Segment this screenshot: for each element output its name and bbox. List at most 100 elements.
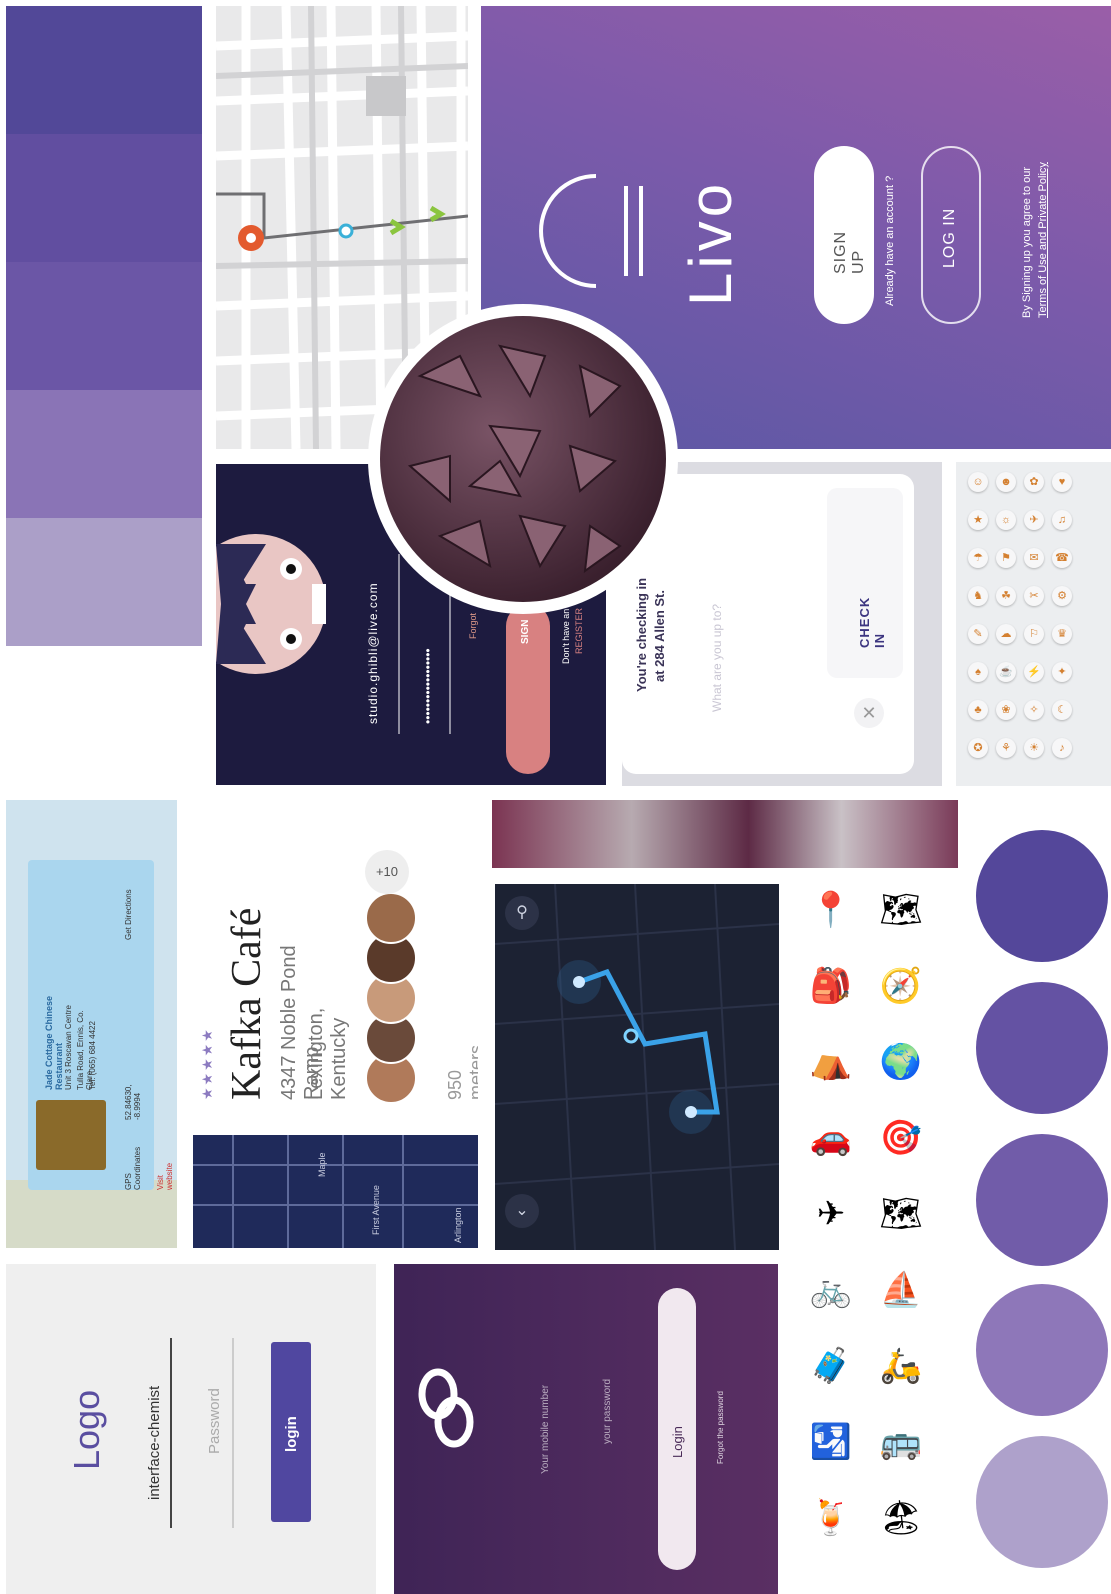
travel-icon: 🎯 <box>879 1119 923 1157</box>
login-button[interactable]: Login <box>658 1288 696 1570</box>
emoji-key[interactable]: ❀ <box>996 700 1016 720</box>
travel-icon: 🧳 <box>809 1347 853 1385</box>
business-phone: Tel: (065) 684 4422 <box>88 1021 97 1090</box>
palette-swatch-1 <box>6 6 202 134</box>
emoji-key[interactable]: ✈ <box>1024 510 1044 530</box>
palette-swatch-4 <box>6 390 202 518</box>
restaurant-photo <box>36 1100 106 1170</box>
emoji-key[interactable]: ★ <box>968 510 988 530</box>
palette-circle-2 <box>976 982 1108 1114</box>
emoji-key[interactable]: ☺ <box>968 472 988 492</box>
emoji-key[interactable]: ⚘ <box>996 738 1016 758</box>
totoro-avatar-icon <box>216 534 326 674</box>
chocolate-chips-photo <box>380 316 666 602</box>
emoji-key[interactable]: ☀ <box>1024 738 1044 758</box>
forgot-link[interactable]: Forgot <box>468 613 478 639</box>
signup-button[interactable]: SIGN UP <box>814 146 874 324</box>
travel-icon: 🗺 <box>879 891 923 929</box>
travel-icon: ⛺ <box>809 1043 853 1081</box>
emoji-key[interactable]: ☘ <box>996 586 1016 606</box>
password-field[interactable]: •••••••••••••••••• <box>421 648 435 724</box>
terms-link[interactable]: Terms of Use and Private Policy <box>1037 162 1049 318</box>
emoji-key[interactable]: ⚐ <box>1024 624 1044 644</box>
emoji-key[interactable]: ☁ <box>996 624 1016 644</box>
email-underline <box>398 554 400 734</box>
emoji-key[interactable]: ✂ <box>1024 586 1044 606</box>
search-icon[interactable]: ⚲ <box>505 896 539 930</box>
password-underline <box>232 1338 234 1528</box>
chocolate-chips-illustration <box>407 344 622 574</box>
emoji-key[interactable]: ♫ <box>1052 510 1072 530</box>
emoji-key[interactable]: ♪ <box>1052 738 1072 758</box>
signin-button[interactable]: SIGN <box>506 604 550 774</box>
login-button-label: LOG IN <box>941 207 958 268</box>
travel-icon: 🍹 <box>809 1499 853 1537</box>
emoji-key[interactable]: ⚙ <box>1052 586 1072 606</box>
emoji-key[interactable]: ♞ <box>968 586 988 606</box>
emoji-key[interactable]: ⚡ <box>1024 662 1044 682</box>
palette-circle-5 <box>976 1436 1108 1568</box>
login-button-label: login <box>283 1416 300 1452</box>
travel-icon: ⛵ <box>879 1271 923 1309</box>
checkin-button[interactable]: CHECK IN <box>827 488 903 678</box>
emoji-key[interactable]: ☼ <box>996 510 1016 530</box>
emoji-key[interactable]: ✧ <box>1024 700 1044 720</box>
palette-circle-1 <box>976 830 1108 962</box>
username-field[interactable]: interface-chemist <box>146 1386 163 1500</box>
mini-map: Maple First Avenue Arlington <box>193 1135 478 1248</box>
login-button[interactable]: login <box>271 1342 311 1522</box>
travel-icon: 🎒 <box>809 967 853 1005</box>
travel-icon: 🌍 <box>879 1043 923 1081</box>
emoji-key[interactable]: ☾ <box>1052 700 1072 720</box>
travel-icon: 🛂 <box>809 1423 853 1461</box>
cafe-name: Kafka Café <box>224 907 270 1100</box>
emoji-key[interactable]: ☎ <box>1052 548 1072 568</box>
emoji-key[interactable]: ⚑ <box>996 548 1016 568</box>
login-button[interactable]: LOG IN <box>921 146 981 324</box>
emoji-key[interactable]: ✿ <box>1024 472 1044 492</box>
emoji-key[interactable]: ♣ <box>968 700 988 720</box>
emoji-key[interactable]: ♛ <box>1052 624 1072 644</box>
chevron-down-icon[interactable]: ⌄ <box>505 1194 539 1228</box>
palette-circle-3 <box>976 1134 1108 1266</box>
palette-swatch-3 <box>6 262 202 390</box>
password-field[interactable]: your password <box>602 1379 613 1444</box>
travel-icon: 🗺 <box>879 1195 923 1233</box>
emoji-key[interactable]: ✎ <box>968 624 988 644</box>
purple-login-screen: Your mobile number your password Login F… <box>394 1264 778 1594</box>
register-link[interactable]: REGISTER <box>574 608 584 654</box>
waypoint-marker <box>338 223 354 239</box>
visitor-avatars: +10 <box>361 850 419 1104</box>
route-path <box>495 884 779 1250</box>
login-button-label: Login <box>670 1426 685 1458</box>
email-field[interactable]: studio.ghibli@live.com <box>366 582 380 724</box>
checkin-title-2: at 284 Allen St. <box>652 590 667 682</box>
emoji-key[interactable]: ☂ <box>968 548 988 568</box>
emoji-key[interactable]: ✦ <box>1052 662 1072 682</box>
chain-logo-icon <box>418 1368 474 1448</box>
checkin-input[interactable]: What are you up to? <box>710 604 724 712</box>
travel-icon: 🏖 <box>879 1499 923 1537</box>
close-icon[interactable]: ✕ <box>854 698 884 728</box>
business-name: Jade Cottage Chinese Restaurant <box>44 995 64 1090</box>
emoji-keyboard: ☺ ☻ ✿ ♥ ★ ☼ ✈ ♫ ☂ ⚑ ✉ ☎ ♞ ☘ ✂ ⚙ ✎ ☁ ⚐ ♛ ♠ ☕ ⚡ ✦ ♣ ❀ ✧ ☾ ✪ ⚘ ☀ ♪ <box>956 462 1111 786</box>
palette-circle-4 <box>976 1284 1108 1416</box>
emoji-key[interactable]: ♠ <box>968 662 988 682</box>
signin-button-label: SIGN <box>520 619 531 644</box>
signup-button-label: SIGN UP <box>832 230 867 274</box>
emoji-key[interactable]: ♥ <box>1052 472 1072 492</box>
checkin-title-1: You're checking in <box>634 577 649 692</box>
forgot-password-link[interactable]: Forgot the password <box>716 1391 725 1464</box>
travel-icon: ✈ <box>816 1195 846 1233</box>
emoji-key[interactable]: ✉ <box>1024 548 1044 568</box>
visit-website-link[interactable]: Visit website <box>156 1163 174 1190</box>
password-field[interactable]: Password <box>206 1388 223 1454</box>
mobile-number-field[interactable]: Your mobile number <box>540 1385 551 1474</box>
emoji-key[interactable]: ☕ <box>996 662 1016 682</box>
grey-login-screen: Logo interface-chemist Password login <box>6 1264 376 1594</box>
dark-route-map[interactable]: ⚲ ⌄ <box>495 884 779 1250</box>
emoji-key[interactable]: ✪ <box>968 738 988 758</box>
emoji-key[interactable]: ☻ <box>996 472 1016 492</box>
get-directions-link[interactable]: Get Directions <box>124 889 133 940</box>
more-visitors-badge[interactable]: +10 <box>365 850 409 894</box>
